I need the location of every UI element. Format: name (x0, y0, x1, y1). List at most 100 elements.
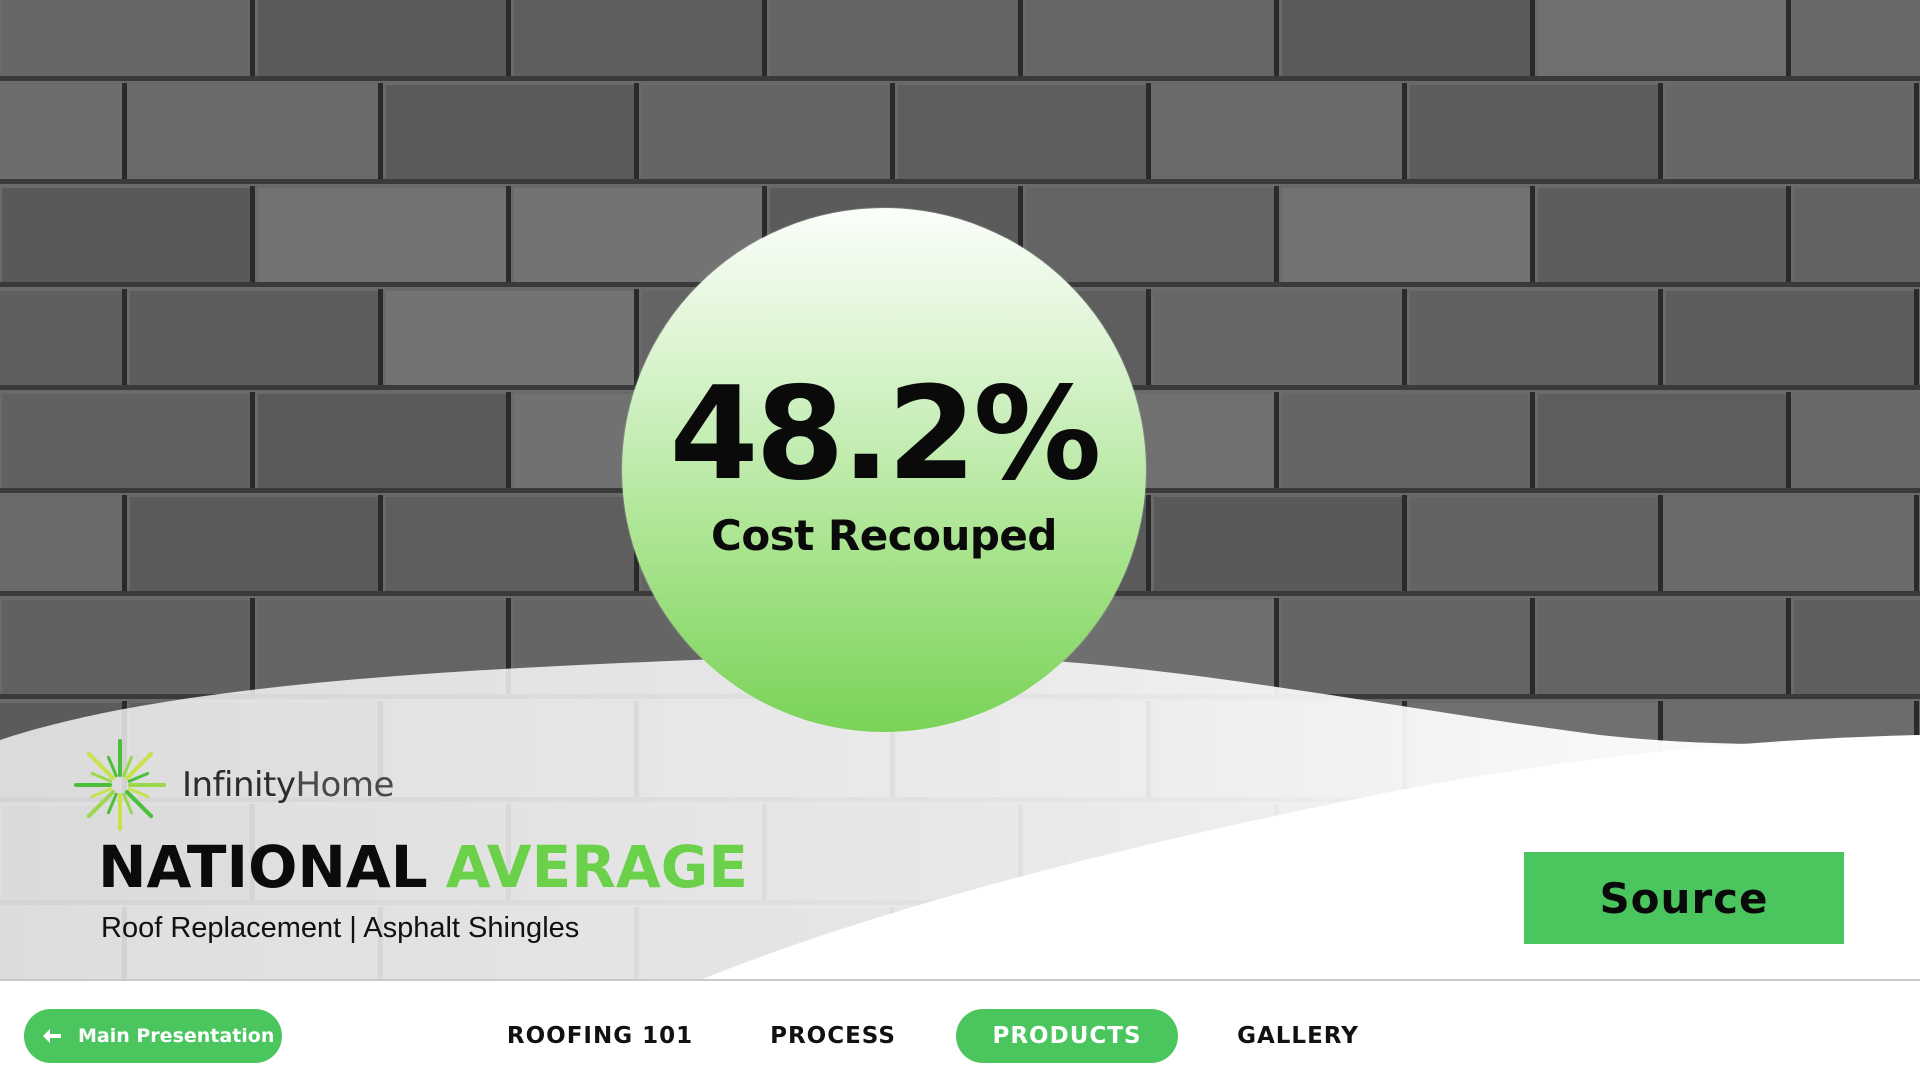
shingle-tab (386, 497, 636, 592)
shingle-gap (1402, 289, 1407, 388)
shingle-gap (1274, 186, 1279, 285)
shingle-gap (1530, 186, 1535, 285)
brand-logo: InfinityHome (74, 730, 394, 840)
shingle-gap (378, 495, 383, 594)
shingle-tab (1410, 497, 1660, 592)
shingle-tab (1666, 497, 1916, 592)
shingle-tab (386, 703, 636, 798)
nav-tab-gallery[interactable]: GALLERY (1230, 1009, 1366, 1063)
page-title: NATIONAL AVERAGE (98, 838, 748, 896)
nav-tab-products[interactable]: PRODUCTS (956, 1009, 1178, 1063)
shingle-tab (130, 291, 380, 386)
shingle-tab (1410, 291, 1660, 386)
shingle-gap (1914, 701, 1919, 800)
brand-name-part1: Infinity (182, 765, 296, 805)
shingle-gap (1274, 392, 1279, 491)
main-presentation-button[interactable]: Main Presentation (24, 1009, 282, 1063)
shingle-gap (1530, 598, 1535, 697)
shingle-tab (258, 0, 508, 77)
shingle-tab (0, 497, 124, 592)
shingle-tab (0, 291, 124, 386)
arrow-left-icon (43, 1029, 61, 1043)
shingle-tab (258, 600, 508, 695)
shingle-gap (634, 701, 639, 800)
shingle-tab (898, 909, 1148, 980)
shingle-tab (130, 85, 380, 180)
shingle-gap (506, 598, 511, 697)
nav-tab-process[interactable]: PROCESS (756, 1009, 910, 1063)
title-word-national: NATIONAL (98, 833, 428, 901)
shingle-gap (1914, 495, 1919, 594)
shingle-gap (122, 289, 127, 388)
shingle-tab (1538, 600, 1788, 695)
shingle-gap (1274, 598, 1279, 697)
shingle-tab (1026, 0, 1276, 77)
shingle-tab (642, 85, 892, 180)
shingle-gap (1018, 0, 1023, 79)
nav-tab-roofing-101[interactable]: ROOFING 101 (502, 1009, 698, 1063)
shingle-tab (770, 806, 1020, 901)
shingle-gap (250, 392, 255, 491)
stat-value: 48.2% (669, 360, 1101, 509)
shingle-gap (1146, 701, 1151, 800)
source-button[interactable]: Source (1524, 852, 1844, 944)
shingle-tab (1154, 291, 1404, 386)
shingle-tab (1026, 188, 1276, 283)
shingle-tab (1666, 85, 1916, 180)
shingle-gap (250, 0, 255, 79)
shingle-tab (1282, 0, 1532, 77)
shingle-row-shadow (0, 179, 1920, 184)
shingle-gap (1914, 83, 1919, 182)
shingle-tab (2, 600, 252, 695)
shingle-gap (1146, 289, 1151, 388)
shingle-tab (2, 394, 252, 489)
shingle-gap (1786, 392, 1791, 491)
shingle-gap (634, 907, 639, 980)
shingle-gap (1018, 804, 1023, 903)
shingle-gap (1146, 907, 1151, 980)
shingle-tab (2, 188, 252, 283)
shingle-gap (1146, 495, 1151, 594)
shingle-gap (1658, 495, 1663, 594)
shingle-tab (1666, 291, 1916, 386)
shingle-gap (1402, 701, 1407, 800)
shingle-gap (506, 0, 511, 79)
shingle-tab (258, 188, 508, 283)
shingle-gap (1914, 907, 1919, 980)
shingle-tab (1538, 394, 1788, 489)
shingle-tab (1154, 909, 1404, 980)
brand-name: InfinityHome (182, 765, 394, 805)
shingle-gap (1402, 83, 1407, 182)
shingle-gap (1786, 0, 1791, 79)
shingle-gap (1786, 186, 1791, 285)
shingle-tab (1538, 0, 1788, 77)
shingle-tab (1154, 703, 1404, 798)
shingle-gap (1402, 495, 1407, 594)
shingle-gap (762, 0, 767, 79)
shingle-gap (1274, 804, 1279, 903)
shingle-gap (1146, 83, 1151, 182)
page-subtitle: Roof Replacement | Asphalt Shingles (101, 912, 580, 944)
main-presentation-label: Main Presentation (78, 1025, 275, 1047)
shingle-gap (890, 83, 895, 182)
shingle-tab (898, 85, 1148, 180)
starburst-logo-icon (74, 739, 166, 831)
shingle-gap (506, 392, 511, 491)
shingle-tab (258, 394, 508, 489)
shingle-tab (1282, 188, 1532, 283)
shingle-gap (634, 289, 639, 388)
shingle-tab (1282, 600, 1532, 695)
shingle-gap (122, 495, 127, 594)
shingle-gap (250, 186, 255, 285)
shingle-tab (2, 0, 252, 77)
shingle-tab (1410, 703, 1660, 798)
shingle-gap (762, 804, 767, 903)
shingle-tab (0, 85, 124, 180)
title-word-average: AVERAGE (445, 833, 748, 901)
stat-circle: 48.2% Cost Recouped (622, 208, 1146, 732)
shingle-tab (770, 0, 1020, 77)
shingle-tab (1282, 394, 1532, 489)
shingle-gap (1914, 289, 1919, 388)
shingle-tab (1794, 188, 1920, 283)
shingle-gap (250, 598, 255, 697)
